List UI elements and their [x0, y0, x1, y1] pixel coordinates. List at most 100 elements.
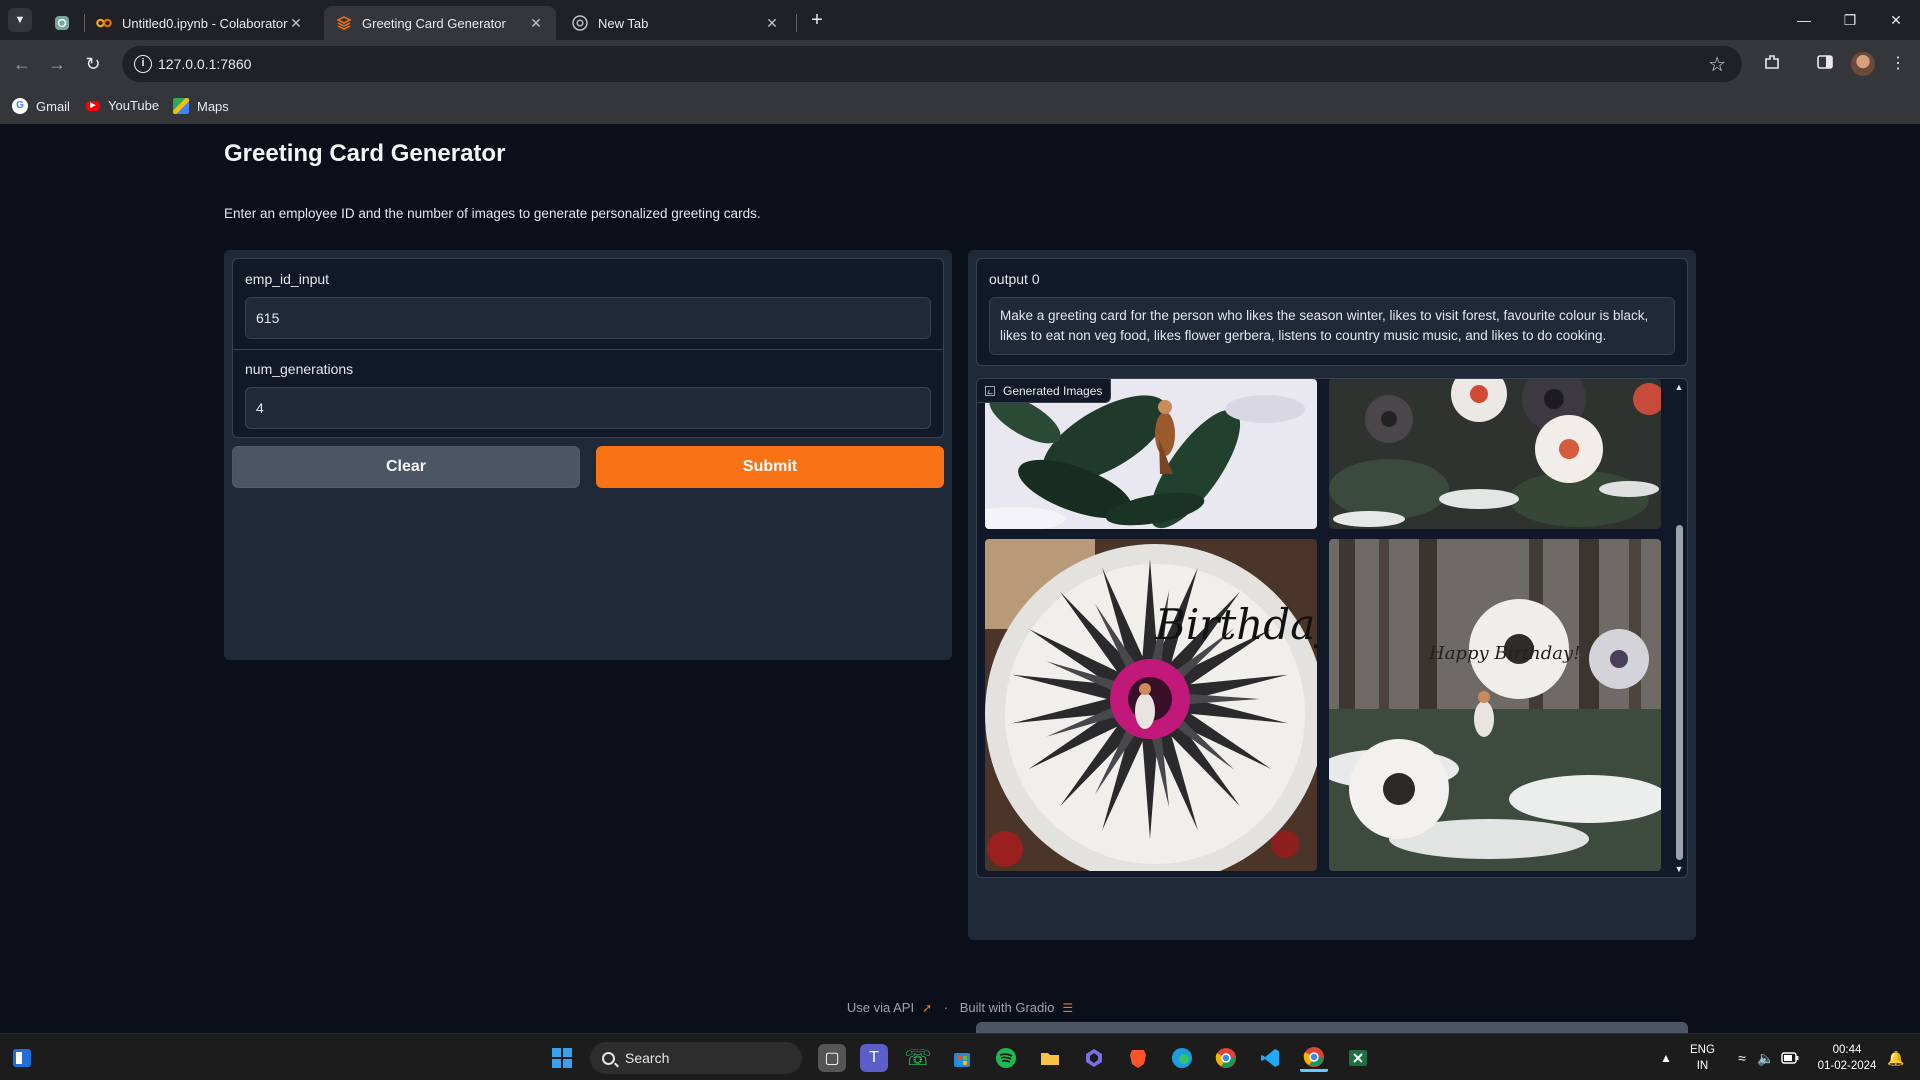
- restore-icon[interactable]: ❐: [1836, 8, 1864, 32]
- scroll-up-icon[interactable]: ▲: [1673, 381, 1685, 393]
- gradio-logo-icon: ☰: [1062, 1001, 1074, 1015]
- tab-new-tab[interactable]: New Tab ✕: [560, 6, 792, 40]
- clock-date: 01-02-2024: [1817, 1060, 1877, 1072]
- forward-icon[interactable]: →: [43, 50, 71, 78]
- widgets-icon[interactable]: [8, 1044, 36, 1072]
- bookmarks-bar: G Gmail ▶ YouTube Maps: [0, 88, 1920, 124]
- browser-toolbar: ← → ↻ i 127.0.0.1:7860 ☆ ⋮ G Gmail ▶ You…: [0, 40, 1920, 124]
- language-code: ENG: [1690, 1044, 1715, 1056]
- num-generations-input[interactable]: [245, 387, 931, 429]
- close-icon[interactable]: ✕: [288, 15, 304, 31]
- output-label: output 0: [989, 271, 1040, 287]
- bookmark-star-icon[interactable]: ☆: [1708, 52, 1726, 77]
- start-icon[interactable]: [548, 1044, 576, 1072]
- kebab-menu-icon[interactable]: ⋮: [1887, 53, 1909, 75]
- tab-colab[interactable]: Untitled0.ipynb - Colaboratory ✕: [84, 6, 316, 40]
- copilot-icon[interactable]: [1080, 1044, 1108, 1072]
- scroll-down-icon[interactable]: ▼: [1673, 863, 1685, 875]
- close-icon[interactable]: ✕: [764, 15, 780, 31]
- gallery-image-2[interactable]: [1329, 379, 1661, 529]
- bookmark-maps[interactable]: Maps: [173, 98, 229, 114]
- scrollbar-thumb[interactable]: [1676, 525, 1683, 860]
- search-label: Search: [625, 1050, 670, 1066]
- tab-title: New Tab: [598, 15, 649, 31]
- colab-icon: [96, 15, 112, 31]
- tab-title: Greeting Card Generator: [362, 15, 506, 31]
- generated-images-gallery[interactable]: Generated Images Birthda Happy Birthday!…: [976, 378, 1688, 878]
- page-title: Greeting Card Generator: [224, 140, 506, 167]
- output-textbox: output 0 Make a greeting card for the pe…: [976, 258, 1688, 366]
- emp-id-label: emp_id_input: [245, 271, 330, 287]
- emp-id-input[interactable]: [245, 297, 931, 339]
- window-close-icon[interactable]: ✕: [1882, 8, 1910, 32]
- submit-button[interactable]: Submit: [596, 446, 944, 488]
- clock[interactable]: 00:44 01-02-2024: [1812, 1042, 1882, 1074]
- reload-icon[interactable]: ↻: [79, 50, 107, 78]
- battery-icon[interactable]: [1776, 1044, 1804, 1072]
- search-icon: [602, 1051, 615, 1065]
- rocket-icon: ➚: [922, 1001, 933, 1015]
- store-icon[interactable]: [948, 1044, 976, 1072]
- task-view-icon[interactable]: ▢: [818, 1044, 846, 1072]
- chrome-taskbar-icon[interactable]: [1212, 1044, 1240, 1072]
- side-panel-icon[interactable]: [1814, 53, 1836, 75]
- bookmark-label: Maps: [197, 98, 229, 114]
- happy-birthday-image-text: Happy Birthday!: [1428, 643, 1580, 664]
- gallery-label: Generated Images: [977, 379, 1112, 403]
- gradio-icon: [336, 15, 352, 31]
- site-info-icon[interactable]: i: [134, 55, 152, 73]
- edge-icon[interactable]: [1168, 1044, 1196, 1072]
- youtube-icon: ▶: [86, 100, 100, 111]
- language-indicator[interactable]: ENG IN: [1690, 1042, 1715, 1074]
- file-explorer-icon[interactable]: [1036, 1044, 1064, 1072]
- gallery-image-4[interactable]: Happy Birthday!: [1329, 539, 1661, 871]
- gallery-label-text: Generated Images: [1003, 383, 1103, 398]
- gallery-image-3[interactable]: Birthday!: [985, 539, 1317, 871]
- spotify-icon[interactable]: [992, 1044, 1020, 1072]
- taskbar-search[interactable]: Search: [590, 1042, 802, 1074]
- browser-tab-bar: ▼ Untitled0.ipynb - Colaboratory ✕ Greet…: [0, 0, 1920, 40]
- input-panel: emp_id_input num_generations Clear Submi…: [224, 250, 952, 660]
- new-tab-button[interactable]: +: [805, 9, 829, 33]
- built-with-gradio-link[interactable]: Built with Gradio: [960, 1000, 1055, 1015]
- tab-title: Untitled0.ipynb - Colaboratory: [122, 15, 288, 31]
- footer: Use via API ➚ · Built with Gradio ☰: [0, 1000, 1920, 1015]
- google-icon: G: [12, 98, 28, 114]
- whatsapp-icon[interactable]: ☏: [904, 1044, 932, 1072]
- input-form: emp_id_input num_generations: [232, 258, 944, 438]
- brave-icon[interactable]: [1124, 1044, 1152, 1072]
- chevron-up-icon[interactable]: ▲: [1652, 1044, 1680, 1072]
- bookmark-gmail[interactable]: G Gmail: [12, 98, 70, 114]
- bookmark-label: Gmail: [36, 98, 70, 114]
- num-generations-label: num_generations: [245, 361, 354, 377]
- vscode-icon[interactable]: [1256, 1044, 1284, 1072]
- excel-icon[interactable]: [1344, 1044, 1372, 1072]
- clear-button[interactable]: Clear: [232, 446, 580, 488]
- address-bar[interactable]: i 127.0.0.1:7860 ☆: [122, 46, 1742, 82]
- region-code: IN: [1696, 1060, 1709, 1072]
- teams-icon[interactable]: T: [860, 1044, 888, 1072]
- tab-chatgpt[interactable]: [44, 6, 80, 40]
- field-divider: [233, 349, 943, 350]
- output-text[interactable]: Make a greeting card for the person who …: [989, 297, 1675, 355]
- extensions-icon[interactable]: [1761, 53, 1783, 75]
- footer-separator: ·: [943, 1000, 949, 1015]
- tab-search-button[interactable]: ▼: [8, 8, 32, 32]
- close-icon[interactable]: ✕: [528, 15, 544, 31]
- maps-icon: [173, 98, 189, 114]
- gradio-app: Greeting Card Generator Enter an employe…: [0, 124, 1920, 1064]
- notification-bell-icon[interactable]: 🔔: [1882, 1044, 1910, 1072]
- back-icon[interactable]: ←: [8, 50, 36, 78]
- minimize-icon[interactable]: —: [1790, 8, 1818, 32]
- profile-avatar[interactable]: [1851, 52, 1875, 76]
- windows-taskbar: Search ▢ T ☏ ▲ ENG IN ≈ 🔈 00:44 01-02-20…: [0, 1033, 1920, 1080]
- bookmark-youtube[interactable]: ▶ YouTube: [86, 98, 159, 113]
- gallery-scrollbar[interactable]: ▲ ▼: [1673, 381, 1685, 875]
- bookmark-label: YouTube: [108, 98, 160, 113]
- chrome-active-icon[interactable]: [1300, 1044, 1328, 1072]
- url-text: 127.0.0.1:7860: [158, 56, 252, 72]
- use-via-api-link[interactable]: Use via API: [847, 1000, 914, 1015]
- chrome-icon: [572, 15, 588, 31]
- tab-greeting-card-generator[interactable]: Greeting Card Generator ✕: [324, 6, 556, 40]
- image-icon: [985, 385, 995, 396]
